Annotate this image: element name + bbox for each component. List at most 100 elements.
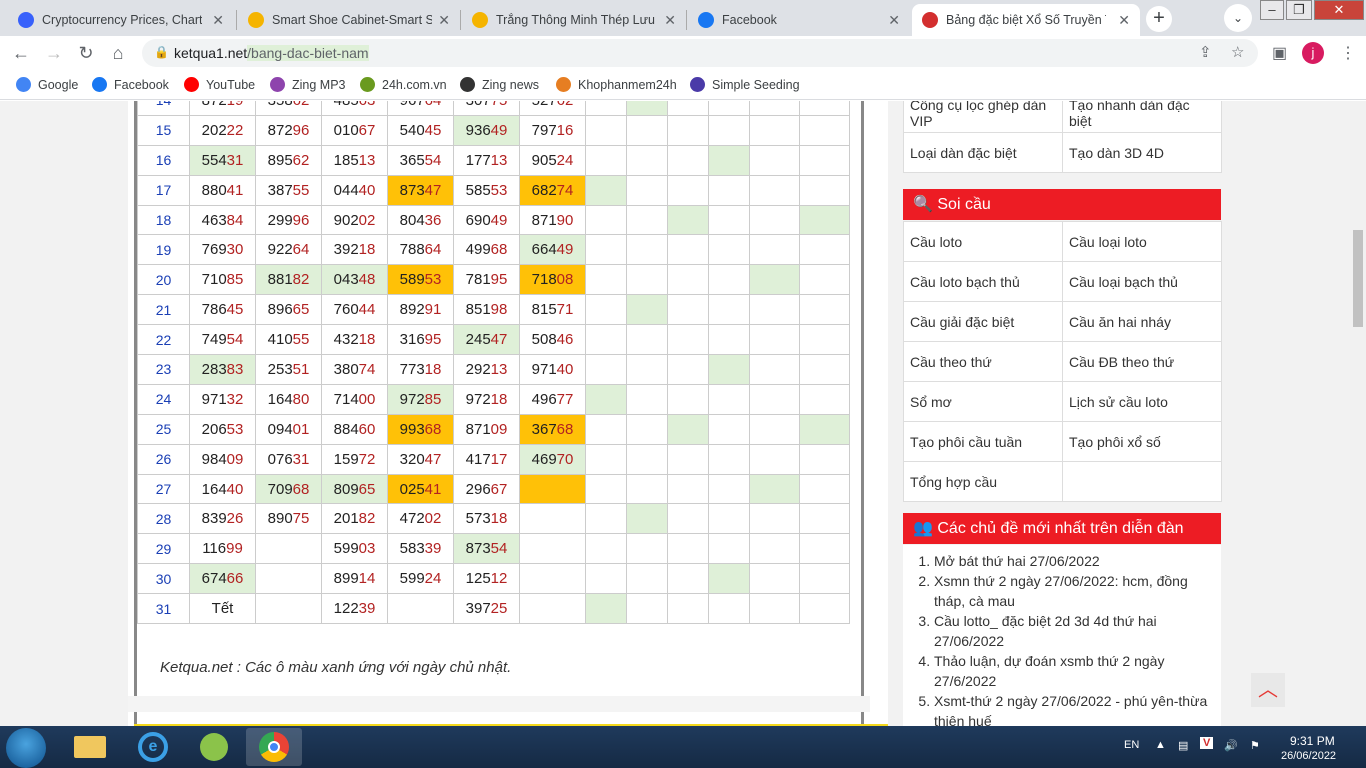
sidebar-link[interactable]: Công cụ lọc ghép dàn VIP [903, 101, 1063, 133]
marker-cell [626, 354, 668, 385]
result-cell: 70968 [255, 473, 322, 505]
bookmark-icon [184, 77, 199, 92]
result-cell: 16480 [255, 383, 322, 415]
clock-date[interactable]: 26/06/2022 [1281, 750, 1336, 762]
bookmark-item[interactable]: Zing news [460, 77, 539, 92]
network-icon[interactable]: ▤ [1178, 739, 1188, 752]
sidebar-link[interactable]: Tạo phôi cầu tuần [903, 421, 1063, 462]
forum-topic-link[interactable]: Cầu lotto_ đặc biệt 2d 3d 4d thứ hai 27/… [934, 611, 1211, 651]
marker-cell [749, 204, 800, 236]
bookmark-item[interactable]: Zing MP3 [270, 77, 346, 92]
tab-5[interactable]: Bảng đặc biệt Xổ Số Truyền Th ✕ [912, 4, 1140, 36]
bookmark-star-icon[interactable]: ☆ [1231, 43, 1244, 61]
marker-cell [626, 383, 668, 415]
result-cell: 39218 [321, 234, 388, 266]
maximize-button[interactable]: ❐ [1286, 0, 1312, 20]
chrome-icon[interactable] [246, 728, 302, 766]
inner-scrollbar[interactable] [872, 101, 888, 696]
result-cell: 46970 [519, 443, 586, 475]
back-to-top-button[interactable]: ︿ [1251, 673, 1285, 707]
marker-cell [626, 204, 668, 236]
tab-close-icon[interactable]: ✕ [438, 12, 450, 29]
sidebar-link[interactable]: Loại dàn đặc biệt [903, 132, 1063, 173]
bookmark-item[interactable]: Google [16, 77, 78, 92]
table-row: 28 83926 89075 20182 47202 57318 [137, 503, 850, 535]
side-panel-icon[interactable]: ▣ [1272, 43, 1287, 63]
marker-cell [708, 443, 750, 475]
volume-icon[interactable]: 🔊 [1224, 739, 1238, 752]
profile-avatar[interactable]: j [1302, 42, 1324, 64]
bookmarks-bar: Google Facebook YouTube Zing MP3 24h.com.vn Z… [0, 70, 1366, 100]
tab-1[interactable]: Cryptocurrency Prices, Charts ... ✕ [8, 4, 234, 36]
marker-cell [708, 413, 750, 445]
sidebar-link[interactable]: Sổ mơ [903, 381, 1063, 422]
sidebar-link[interactable]: Cầu giải đặc biệt [903, 301, 1063, 342]
reload-icon[interactable]: ↻ [75, 42, 97, 64]
tab-search-icon[interactable]: ⌄ [1224, 4, 1252, 32]
tab-4[interactable]: Facebook ✕ [688, 4, 910, 36]
page-scrollbar-thumb[interactable] [1353, 230, 1363, 327]
sidebar-link[interactable]: Cầu ĐB theo thứ [1062, 341, 1222, 382]
bookmark-item[interactable]: Khophanmem24h [556, 77, 677, 92]
tab-close-icon[interactable]: ✕ [1118, 12, 1130, 29]
unikey-icon[interactable]: V [1200, 737, 1214, 749]
result-cell: 87354 [453, 533, 520, 565]
sidebar-link[interactable]: Cầu ăn hai nháy [1062, 301, 1222, 342]
bookmark-item[interactable]: YouTube [184, 77, 255, 92]
file-explorer-icon[interactable] [62, 728, 118, 766]
marker-cell [799, 593, 850, 625]
new-tab-button[interactable]: + [1146, 6, 1172, 32]
page-scrollbar[interactable] [1350, 101, 1366, 726]
url-text[interactable]: ketqua1.net/bang-dac-biet-nam [174, 45, 369, 61]
minimize-button[interactable]: – [1260, 0, 1284, 20]
marker-cell [585, 413, 627, 445]
clock-time[interactable]: 9:31 PM [1290, 734, 1335, 748]
bookmark-item[interactable]: Simple Seeding [690, 77, 800, 92]
sidebar-link[interactable]: Cầu loại bạch thủ [1062, 261, 1222, 302]
marker-cell [749, 324, 800, 356]
horizontal-scrollbar[interactable] [128, 696, 870, 712]
forward-icon[interactable]: → [43, 42, 65, 64]
bookmark-item[interactable]: 24h.com.vn [360, 77, 447, 92]
day-cell: 23 [137, 354, 190, 385]
marker-cell [585, 354, 627, 385]
flag-icon[interactable]: ⚑ [1250, 739, 1260, 752]
marker-cell [667, 383, 709, 415]
marker-cell [708, 294, 750, 326]
tab-close-icon[interactable]: ✕ [888, 12, 900, 29]
sidebar-link[interactable]: Tạo nhanh dàn đặc biệt [1062, 101, 1222, 133]
back-icon[interactable]: ← [10, 42, 32, 64]
menu-icon[interactable]: ⋮ [1340, 43, 1356, 63]
forum-topic-link[interactable]: Xsmn thứ 2 ngày 27/06/2022: hcm, đồng th… [934, 571, 1211, 611]
forum-topic-link[interactable]: Thảo luận, dự đoán xsmb thứ 2 ngày 27/6/… [934, 651, 1211, 691]
forum-topic-link[interactable]: Mở bát thứ hai 27/06/2022 [934, 551, 1211, 571]
tab-2[interactable]: Smart Shoe Cabinet-Smart Sho ✕ [238, 4, 460, 36]
home-icon[interactable]: ⌂ [107, 42, 129, 64]
start-button[interactable] [6, 728, 46, 768]
sidebar-link[interactable]: Cầu loại loto [1062, 221, 1222, 262]
address-bar[interactable]: 🔒 ketqua1.net/bang-dac-biet-nam ⇪ ☆ [142, 39, 1258, 67]
close-window-button[interactable]: ✕ [1314, 0, 1364, 20]
marker-cell [626, 234, 668, 266]
marker-cell [708, 204, 750, 236]
forum-topic-link[interactable]: Xsmt-thứ 2 ngày 27/06/2022 - phú yên-thừ… [934, 691, 1211, 726]
sidebar-link[interactable]: Tạo dàn 3D 4D [1062, 132, 1222, 173]
sidebar-link[interactable]: Tổng hợp cầu [903, 461, 1063, 502]
tab-close-icon[interactable]: ✕ [664, 12, 676, 29]
sidebar-link[interactable]: Cầu theo thứ [903, 341, 1063, 382]
tray-expand-icon[interactable]: ▲ [1155, 739, 1166, 751]
bookmark-item[interactable]: Facebook [92, 77, 169, 92]
internet-explorer-icon[interactable]: e [124, 728, 180, 766]
bookmark-label: Simple Seeding [712, 77, 800, 92]
sidebar-link[interactable]: Cầu loto bạch thủ [903, 261, 1063, 302]
sidebar-link[interactable]: Tạo phôi xổ số [1062, 421, 1222, 462]
sidebar-link[interactable]: Lịch sử cầu loto [1062, 381, 1222, 422]
tab-close-icon[interactable]: ✕ [212, 12, 224, 29]
language-indicator[interactable]: EN [1124, 739, 1139, 751]
day-cell: 30 [137, 563, 190, 595]
app-icon[interactable] [186, 728, 242, 766]
tab-3[interactable]: Trắng Thông Minh Thép Lưu Tr ✕ [462, 4, 686, 36]
table-row: 26 98409 07631 15972 32047 41717 46970 [137, 443, 850, 475]
sidebar-link[interactable]: Cầu loto [903, 221, 1063, 262]
share-icon[interactable]: ⇪ [1199, 43, 1212, 61]
